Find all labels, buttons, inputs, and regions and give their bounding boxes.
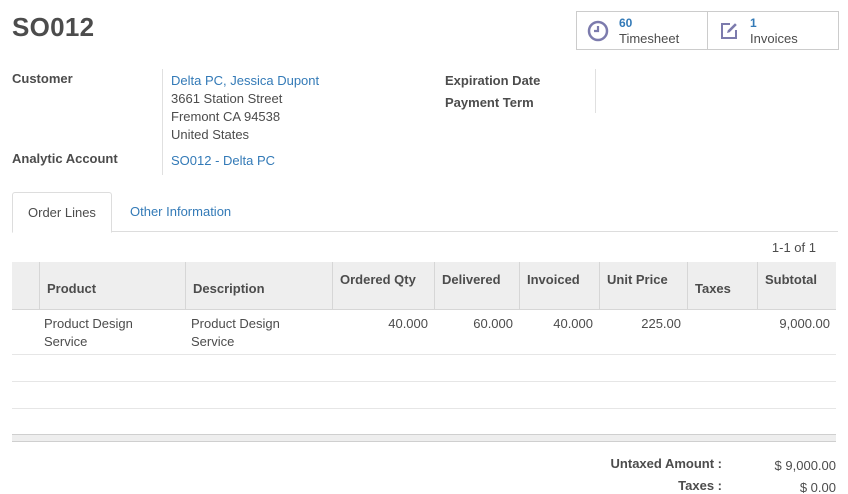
header-invoiced[interactable]: Invoiced (519, 262, 599, 310)
customer-label: Customer (12, 71, 73, 86)
invoices-label: Invoices (750, 30, 798, 46)
header-subtotal[interactable]: Subtotal (757, 262, 836, 310)
page-title: SO012 (12, 12, 95, 42)
notebook-tabs: Order Lines Other Information (12, 192, 838, 233)
address-country: United States (171, 127, 250, 142)
field-divider (162, 69, 163, 175)
table-row[interactable]: Product Design Service Product Design Se… (12, 310, 836, 355)
tab-order-lines[interactable]: Order Lines (12, 192, 112, 233)
empty-row (12, 382, 836, 409)
untaxed-amount-label: Untaxed Amount : (610, 456, 722, 471)
cell-product: Product Design Service (44, 316, 133, 349)
cell-description: Product Design Service (191, 316, 280, 349)
analytic-account-label: Analytic Account (12, 151, 118, 166)
invoices-count: 1 (750, 15, 757, 30)
timesheet-count: 60 (619, 15, 633, 30)
taxes-total-value: $ 0.00 (799, 480, 836, 494)
smart-buttons: 60 Timesheet 1 Invoices (576, 11, 839, 50)
table-header: Product Description Ordered Qty Delivere… (12, 262, 836, 310)
invoices-button[interactable]: 1 Invoices (707, 12, 838, 49)
address-street: 3661 Station Street (171, 91, 283, 106)
cell-invoiced: 40.000 (553, 316, 593, 331)
cell-subtotal: 9,000.00 (779, 316, 830, 331)
header-ordered-qty[interactable]: Ordered Qty (332, 262, 434, 310)
header-product[interactable]: Product (39, 262, 186, 310)
table-footer (12, 434, 836, 442)
header-description[interactable]: Description (185, 262, 332, 310)
timesheet-label: Timesheet (619, 30, 680, 46)
cell-ordered-qty: 40.000 (388, 316, 428, 331)
timesheet-button[interactable]: 60 Timesheet (577, 12, 707, 49)
cell-unit-price: 225.00 (641, 316, 681, 331)
customer-link[interactable]: Delta PC, Jessica Dupont (171, 73, 319, 88)
pager: 1-1 of 1 (771, 240, 816, 255)
tab-other-information[interactable]: Other Information (115, 192, 246, 232)
field-divider-right (595, 69, 596, 113)
taxes-total-label: Taxes : (678, 478, 722, 493)
header-delivered[interactable]: Delivered (434, 262, 519, 310)
clock-icon (585, 18, 611, 44)
untaxed-amount-value: $ 9,000.00 (774, 458, 836, 473)
header-taxes[interactable]: Taxes (687, 262, 757, 310)
pencil-square-icon (716, 18, 742, 44)
payment-term-label: Payment Term (445, 95, 534, 110)
cell-delivered: 60.000 (473, 316, 513, 331)
empty-row (12, 355, 836, 382)
header-unit-price[interactable]: Unit Price (599, 262, 687, 310)
analytic-account-link[interactable]: SO012 - Delta PC (171, 153, 275, 168)
address-city: Fremont CA 94538 (171, 109, 281, 124)
header-handle-column (12, 262, 39, 310)
expiration-date-label: Expiration Date (445, 73, 541, 88)
